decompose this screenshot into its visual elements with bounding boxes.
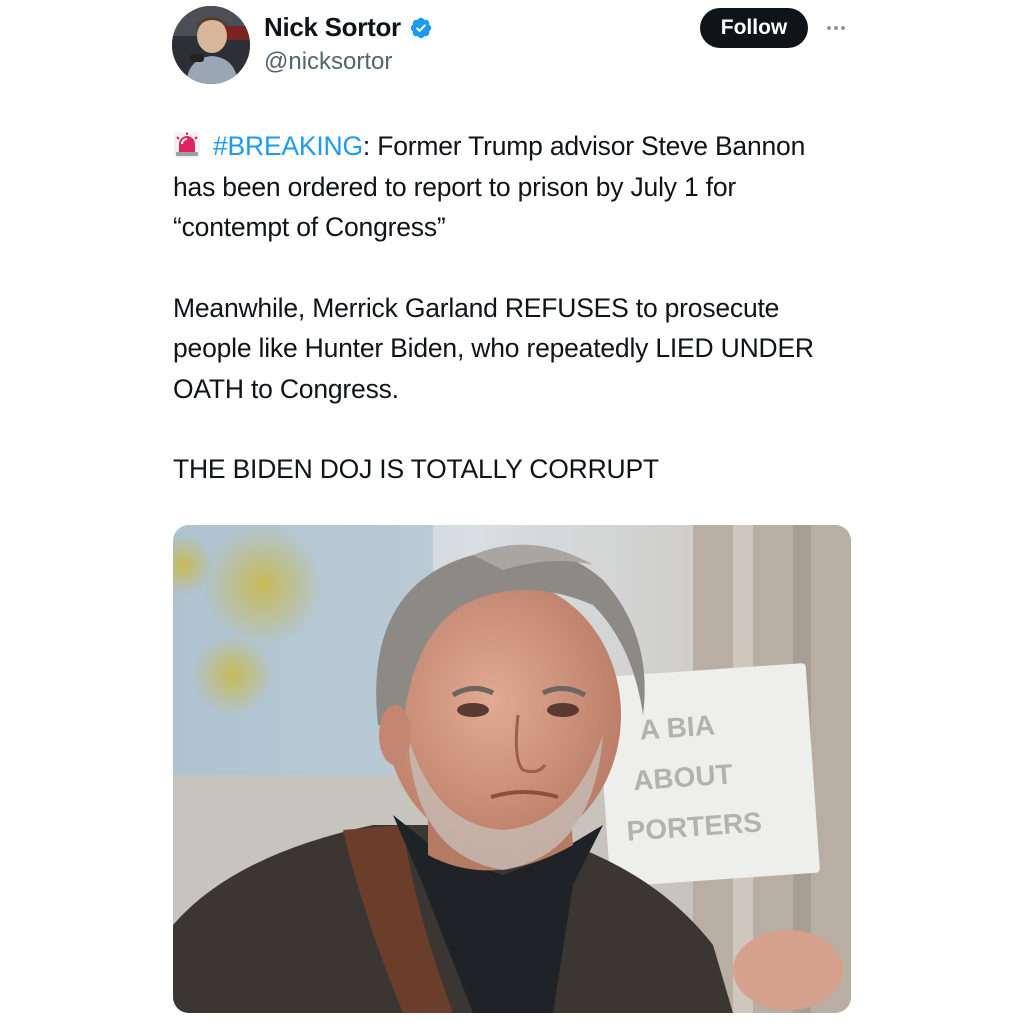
police-siren-icon xyxy=(174,132,200,158)
avatar[interactable] xyxy=(172,6,250,84)
follow-button[interactable]: Follow xyxy=(700,8,808,48)
hashtag-link[interactable]: #BREAKING xyxy=(213,131,363,161)
more-dot xyxy=(834,26,838,30)
tweet-paragraph-3: THE BIDEN DOJ IS TOTALLY CORRUPT xyxy=(173,454,659,484)
svg-text:A BIA: A BIA xyxy=(639,709,716,745)
more-dot xyxy=(827,26,831,30)
more-dot xyxy=(841,26,845,30)
tweet-paragraph-2: Meanwhile, Merrick Garland REFUSES to pr… xyxy=(173,292,814,404)
tweet-text: #BREAKING: Former Trump advisor Steve Ba… xyxy=(173,126,853,490)
profile-photo xyxy=(172,6,250,84)
display-name-text: Nick Sortor xyxy=(264,12,401,42)
user-handle[interactable]: @nicksortor xyxy=(264,48,392,76)
tweet-paragraph-1: #BREAKING: Former Trump advisor Steve Ba… xyxy=(173,126,853,248)
more-options-icon[interactable] xyxy=(822,18,850,38)
display-name[interactable]: Nick Sortor xyxy=(264,12,433,43)
news-photo: A BIA ABOUT PORTERS xyxy=(173,525,851,1013)
tweet-media[interactable]: A BIA ABOUT PORTERS xyxy=(173,525,851,1013)
verified-badge-icon xyxy=(410,17,432,38)
tweet-card: Nick Sortor @nicksortor Follow #BREAKING… xyxy=(0,0,1024,1024)
